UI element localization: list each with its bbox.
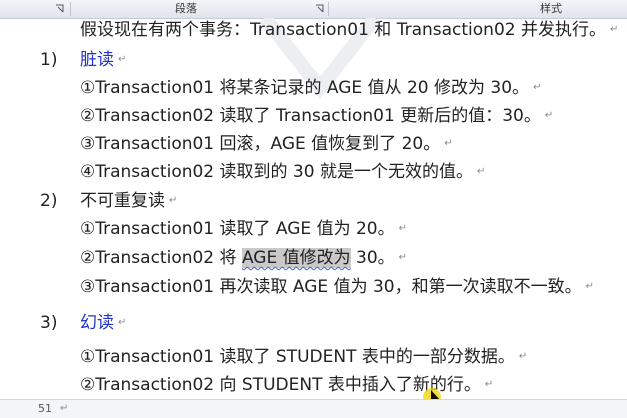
paragraph-mark: ↵ xyxy=(544,110,554,121)
ribbon-group-styles: 样式 xyxy=(540,2,562,15)
status-bar: 51 ↵ xyxy=(0,399,627,418)
paragraph-mark: ↵ xyxy=(518,351,528,362)
ribbon-bar: 段落 样式 xyxy=(0,0,627,19)
intro-text: 假设现在有两个事务：Transaction01 和 Transaction02 … xyxy=(80,20,606,40)
paragraph-mark: ↵ xyxy=(476,166,486,177)
paragraph-mark: ↵ xyxy=(118,54,127,65)
paragraph-mark: ↵ xyxy=(484,379,494,390)
dialog-launcher-icon[interactable] xyxy=(55,4,64,13)
section-number: 1) xyxy=(40,50,58,70)
document-page[interactable]: 假设现在有两个事务：Transaction01 和 Transaction02 … xyxy=(0,18,627,399)
paragraph-dialog-launcher-icon[interactable] xyxy=(315,4,324,13)
section-title: 不可重复读 xyxy=(80,191,165,211)
list-item: ①Transaction01 读取了 AGE 值为 20。 ↵ xyxy=(80,219,408,239)
paragraph-mark: ↵ xyxy=(533,82,542,93)
paragraph-mark: ↵ xyxy=(169,195,178,206)
list-item: ②Transaction02 读取了 Transaction01 更新后的值：3… xyxy=(80,106,554,126)
ribbon-group-paragraph: 段落 xyxy=(175,2,197,15)
paragraph-mark: ↵ xyxy=(609,24,619,35)
list-item: ④Transaction02 读取到的 30 就是一个无效的值。 ↵ xyxy=(80,162,486,182)
paragraph-mark: ↵ xyxy=(585,281,595,292)
selected-text[interactable]: AGE 值修改为 xyxy=(241,248,351,268)
list-item: ①Transaction01 将某条记录的 AGE 值从 20 修改为 30。 ↵ xyxy=(80,78,542,98)
line-number: 51 xyxy=(38,402,52,415)
paragraph-mark: ↵ xyxy=(60,403,69,414)
paragraph-mark: ↵ xyxy=(398,223,408,234)
section-number: 3) xyxy=(40,313,58,333)
paragraph-mark: ↵ xyxy=(118,317,127,328)
list-item: ③Transaction01 再次读取 AGE 值为 30，和第一次读取不一致。… xyxy=(80,277,595,297)
ribbon-separator xyxy=(328,2,329,16)
list-item: ①Transaction01 读取了 STUDENT 表中的一部分数据。 ↵ xyxy=(80,347,528,367)
list-item: ②Transaction02 将 AGE 值修改为 30。 ↵ xyxy=(80,248,408,268)
section-title: 脏读 xyxy=(80,50,114,70)
list-item: ③Transaction01 回滚，AGE 值恢复到了 20。 ↵ xyxy=(80,134,453,154)
section-title: 幻读 xyxy=(80,313,114,333)
section-number: 2) xyxy=(40,191,58,211)
paragraph-mark: ↵ xyxy=(444,138,453,149)
ribbon-separator xyxy=(70,2,71,16)
paragraph-mark: ↵ xyxy=(398,252,408,263)
intro-paragraph: 假设现在有两个事务：Transaction01 和 Transaction02 … xyxy=(80,18,618,42)
